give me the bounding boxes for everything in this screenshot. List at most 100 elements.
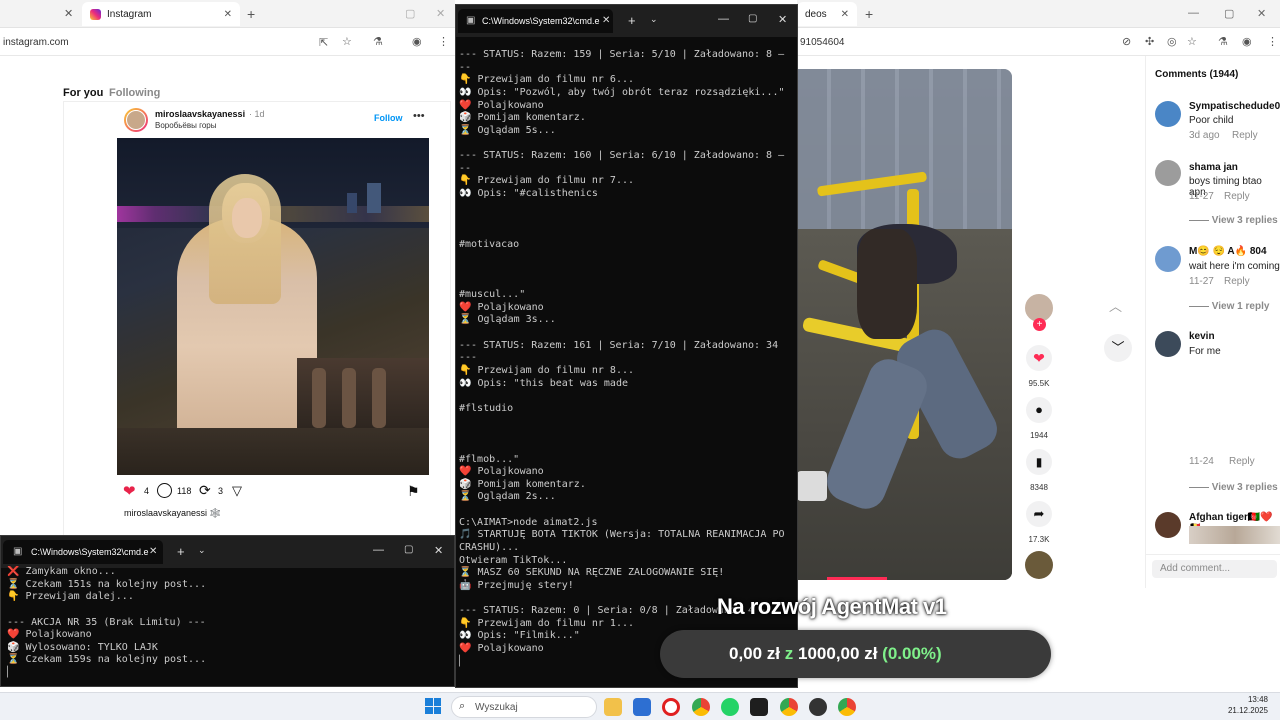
taskbar-search[interactable]: ⌕ Wyszukaj: [451, 696, 597, 718]
minimize-icon[interactable]: ▢: [405, 7, 415, 20]
extension-icon[interactable]: ✣: [1145, 35, 1154, 48]
tab-dropdown-icon[interactable]: ⌄: [650, 14, 658, 25]
reply-button[interactable]: Reply: [1224, 191, 1250, 202]
share-icon[interactable]: ▽: [232, 483, 242, 499]
tab-tiktok[interactable]: deos ✕: [797, 2, 857, 26]
new-tab-icon[interactable]: +: [628, 13, 636, 28]
terminal-line: 👇 Przewijam do filmu nr 7...: [459, 175, 635, 187]
sound-disc-icon[interactable]: [1025, 551, 1053, 579]
comment-username[interactable]: kevin: [1189, 331, 1215, 342]
clock-date[interactable]: 21.12.2025: [1222, 706, 1268, 715]
new-tab-icon[interactable]: +: [247, 6, 255, 22]
repost-icon[interactable]: ⟳: [199, 482, 211, 499]
reply-button[interactable]: Reply: [1229, 456, 1255, 467]
post-image[interactable]: [117, 138, 429, 475]
follow-plus-icon[interactable]: +: [1033, 318, 1046, 331]
browser-tab-bar: deos ✕ + — ▢ ✕: [797, 0, 1280, 28]
new-tab-icon[interactable]: +: [865, 6, 873, 22]
tiktok-video[interactable]: [797, 69, 1012, 580]
avatar[interactable]: [1155, 512, 1181, 538]
windows-start-icon[interactable]: [425, 698, 441, 714]
tab-dropdown-icon[interactable]: ⌄: [198, 545, 206, 556]
tab-for-you[interactable]: For you: [63, 87, 103, 99]
eye-off-icon[interactable]: ◎: [1167, 35, 1177, 48]
maximize-icon[interactable]: ▢: [404, 544, 413, 555]
minimize-icon[interactable]: —: [1188, 7, 1199, 19]
reply-button[interactable]: Reply: [1224, 276, 1250, 287]
close-tab-icon[interactable]: ✕: [841, 9, 849, 20]
address-bar[interactable]: instagram.com ⇱ ☆ ⚗ ◉ ⋮: [0, 28, 455, 56]
chrome-icon[interactable]: [692, 698, 710, 716]
app-icon[interactable]: [809, 698, 827, 716]
minimize-icon[interactable]: —: [373, 544, 384, 556]
extensions-icon[interactable]: ⚗: [373, 35, 383, 48]
minimize-icon[interactable]: —: [718, 13, 729, 25]
instagram-logo-icon: [90, 8, 101, 20]
chrome-icon[interactable]: [838, 698, 856, 716]
donation-amounts: 0,00 zł z 1000,00 zł (0.00%): [729, 644, 942, 664]
whatsapp-icon[interactable]: [721, 698, 739, 716]
avatar[interactable]: [124, 108, 148, 132]
close-window-icon[interactable]: ✕: [434, 544, 443, 557]
terminal-icon[interactable]: [750, 698, 768, 716]
comment-icon[interactable]: ●: [1026, 397, 1052, 423]
terminal-output[interactable]: ❌ Zamykam okno... ⏳ Czekam 151s na kolejn…: [7, 566, 452, 684]
bookmark-star-icon[interactable]: ☆: [342, 35, 352, 48]
share-icon[interactable]: ➦: [1026, 501, 1052, 527]
open-in-app-icon[interactable]: ⇱: [319, 36, 328, 49]
maximize-icon[interactable]: ▢: [748, 13, 757, 24]
bookmark-icon[interactable]: ▮: [1026, 449, 1052, 475]
more-options-icon[interactable]: •••: [413, 110, 425, 122]
address-bar[interactable]: 91054604 ⊘ ✣ ◎ ☆ ⚗ ◉ ⋮: [797, 28, 1280, 56]
terminal-output[interactable]: --- STATUS: Razem: 159 | Seria: 5/10 | Z…: [459, 49, 795, 681]
close-window-icon[interactable]: ✕: [436, 7, 445, 20]
add-comment-bar[interactable]: Add comment...: [1146, 554, 1280, 580]
view-replies-button[interactable]: —— View 1 reply: [1189, 301, 1269, 312]
comment-image[interactable]: [1189, 526, 1280, 544]
view-replies-button[interactable]: —— View 3 replies: [1189, 482, 1278, 493]
comment-username[interactable]: Sympatischedude0: [1189, 101, 1280, 112]
terminal-tab[interactable]: ▣ C:\Windows\System32\cmd.e ✕: [3, 540, 163, 564]
close-tab-icon[interactable]: ✕: [224, 9, 232, 20]
close-window-icon[interactable]: ✕: [1257, 7, 1266, 20]
opera-icon[interactable]: [662, 698, 680, 716]
profile-icon[interactable]: ◉: [412, 35, 422, 48]
close-tab-icon[interactable]: ✕: [64, 7, 73, 20]
close-window-icon[interactable]: ✕: [778, 13, 787, 26]
next-video-icon[interactable]: ﹀: [1104, 334, 1132, 362]
terminal-tab[interactable]: ▣ C:\Windows\System32\cmd.e ✕: [458, 9, 613, 33]
bookmark-star-icon[interactable]: ☆: [1187, 35, 1197, 48]
tab-instagram[interactable]: Instagram ✕: [82, 2, 240, 26]
menu-icon[interactable]: ⋮: [1267, 35, 1278, 48]
store-icon[interactable]: [633, 698, 651, 716]
like-heart-icon[interactable]: ❤: [1026, 345, 1052, 371]
avatar[interactable]: [1155, 246, 1181, 272]
add-comment-input[interactable]: Add comment...: [1152, 560, 1277, 578]
like-heart-icon[interactable]: ❤: [123, 482, 136, 500]
profile-icon[interactable]: ◉: [1242, 35, 1252, 48]
avatar[interactable]: [1155, 101, 1181, 127]
chrome-icon[interactable]: [780, 698, 798, 716]
close-tab-icon[interactable]: ✕: [149, 546, 157, 557]
reply-button[interactable]: Reply: [1232, 130, 1258, 141]
extensions-icon[interactable]: ⚗: [1218, 35, 1228, 48]
comment-username[interactable]: M😊 😌 A🔥 804: [1189, 246, 1267, 257]
avatar[interactable]: [1155, 160, 1181, 186]
post-username[interactable]: miroslaavskayanessi: [155, 109, 245, 119]
save-bookmark-icon[interactable]: ⚑: [407, 483, 420, 500]
avatar[interactable]: [1155, 331, 1181, 357]
view-replies-button[interactable]: —— View 3 replies: [1189, 215, 1278, 226]
new-tab-icon[interactable]: +: [177, 544, 185, 559]
post-location[interactable]: Воробьёвы горы: [155, 121, 217, 130]
file-explorer-icon[interactable]: [604, 698, 622, 716]
follow-button[interactable]: Follow: [374, 113, 403, 123]
clock-time[interactable]: 13:48: [1236, 695, 1268, 704]
close-tab-icon[interactable]: ✕: [602, 15, 610, 26]
comment-icon[interactable]: [157, 483, 172, 498]
menu-icon[interactable]: ⋮: [438, 35, 449, 48]
maximize-icon[interactable]: ▢: [1224, 7, 1234, 20]
media-off-icon[interactable]: ⊘: [1122, 35, 1131, 48]
tab-following[interactable]: Following: [109, 87, 160, 99]
previous-video-icon[interactable]: ︿: [1109, 296, 1122, 315]
comment-username[interactable]: shama jan: [1189, 162, 1238, 173]
